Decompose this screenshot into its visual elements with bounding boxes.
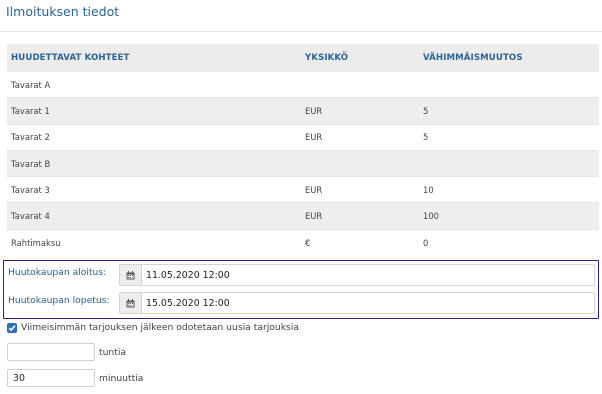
hours-unit-label: tuntia	[99, 346, 127, 358]
auction-end-row: Huutokaupan lopetus: 15.05.2020 12:00	[4, 292, 598, 314]
items-table: HUUDETTAVAT KOHTEET YKSIKKÖ VÄHIMMÄISMUU…	[7, 44, 599, 256]
wait-for-bids-label: Viimeisimmän tarjouksen jälkeen odotetaa…	[21, 322, 300, 333]
row-name: Tavarat B	[11, 158, 51, 169]
calendar-icon[interactable]	[120, 265, 142, 285]
row-min: 5	[423, 105, 429, 116]
wait-for-bids-checkbox[interactable]	[7, 322, 17, 333]
auction-end-value[interactable]: 15.05.2020 12:00	[142, 293, 230, 313]
row-name: Tavarat 2	[11, 132, 50, 143]
row-name: Tavarat 1	[11, 105, 50, 116]
auction-start-value[interactable]: 11.05.2020 12:00	[142, 265, 230, 285]
row-name: Tavarat 3	[11, 184, 50, 195]
row-unit: €	[305, 237, 311, 248]
row-min: 5	[423, 132, 429, 143]
table-row: Rahtimaksu € 0	[7, 230, 599, 256]
auction-start-row: Huutokaupan aloitus: 11.05.2020 12:00	[4, 264, 598, 286]
minutes-input[interactable]	[7, 369, 95, 387]
table-row: Tavarat 3 EUR 10	[7, 177, 599, 204]
auction-end-field[interactable]: 15.05.2020 12:00	[119, 292, 595, 314]
auction-end-label: Huutokaupan lopetus:	[8, 295, 110, 306]
row-unit: EUR	[305, 211, 323, 222]
auction-dates-group: Huutokaupan aloitus: 11.05.2020 12:00 Hu…	[3, 260, 599, 319]
auction-start-field[interactable]: 11.05.2020 12:00	[119, 264, 595, 286]
row-unit: EUR	[305, 105, 323, 116]
header-min-change: VÄHIMMÄISMUUTOS	[423, 53, 523, 63]
hours-input[interactable]	[7, 343, 95, 361]
row-unit: EUR	[305, 132, 323, 143]
row-min: 100	[423, 211, 439, 222]
row-name: Tavarat 4	[11, 211, 50, 222]
checkmark-icon	[8, 324, 16, 331]
table-row: Tavarat B	[7, 150, 599, 178]
calendar-icon[interactable]	[120, 293, 142, 313]
row-unit: EUR	[305, 184, 323, 195]
header-items: HUUDETTAVAT KOHTEET	[11, 53, 130, 63]
table-row: Tavarat 4 EUR 100	[7, 203, 599, 230]
table-header: HUUDETTAVAT KOHTEET YKSIKKÖ VÄHIMMÄISMUU…	[7, 44, 599, 72]
title-divider	[0, 31, 602, 32]
page-title: Ilmoituksen tiedot	[6, 4, 120, 19]
row-min: 10	[423, 184, 434, 195]
header-unit: YKSIKKÖ	[305, 53, 349, 63]
table-row: Tavarat 2 EUR 5	[7, 125, 599, 151]
hours-row: tuntia	[7, 343, 126, 361]
table-row: Tavarat A	[7, 72, 599, 99]
table-row: Tavarat 1 EUR 5	[7, 98, 599, 125]
minutes-row: minuuttia	[7, 369, 143, 387]
minutes-unit-label: minuuttia	[99, 372, 144, 384]
row-min: 0	[423, 237, 429, 248]
wait-for-bids-option[interactable]: Viimeisimmän tarjouksen jälkeen odotetaa…	[7, 322, 299, 333]
auction-start-label: Huutokaupan aloitus:	[8, 267, 107, 278]
row-name: Tavarat A	[11, 79, 51, 90]
row-name: Rahtimaksu	[11, 237, 61, 248]
